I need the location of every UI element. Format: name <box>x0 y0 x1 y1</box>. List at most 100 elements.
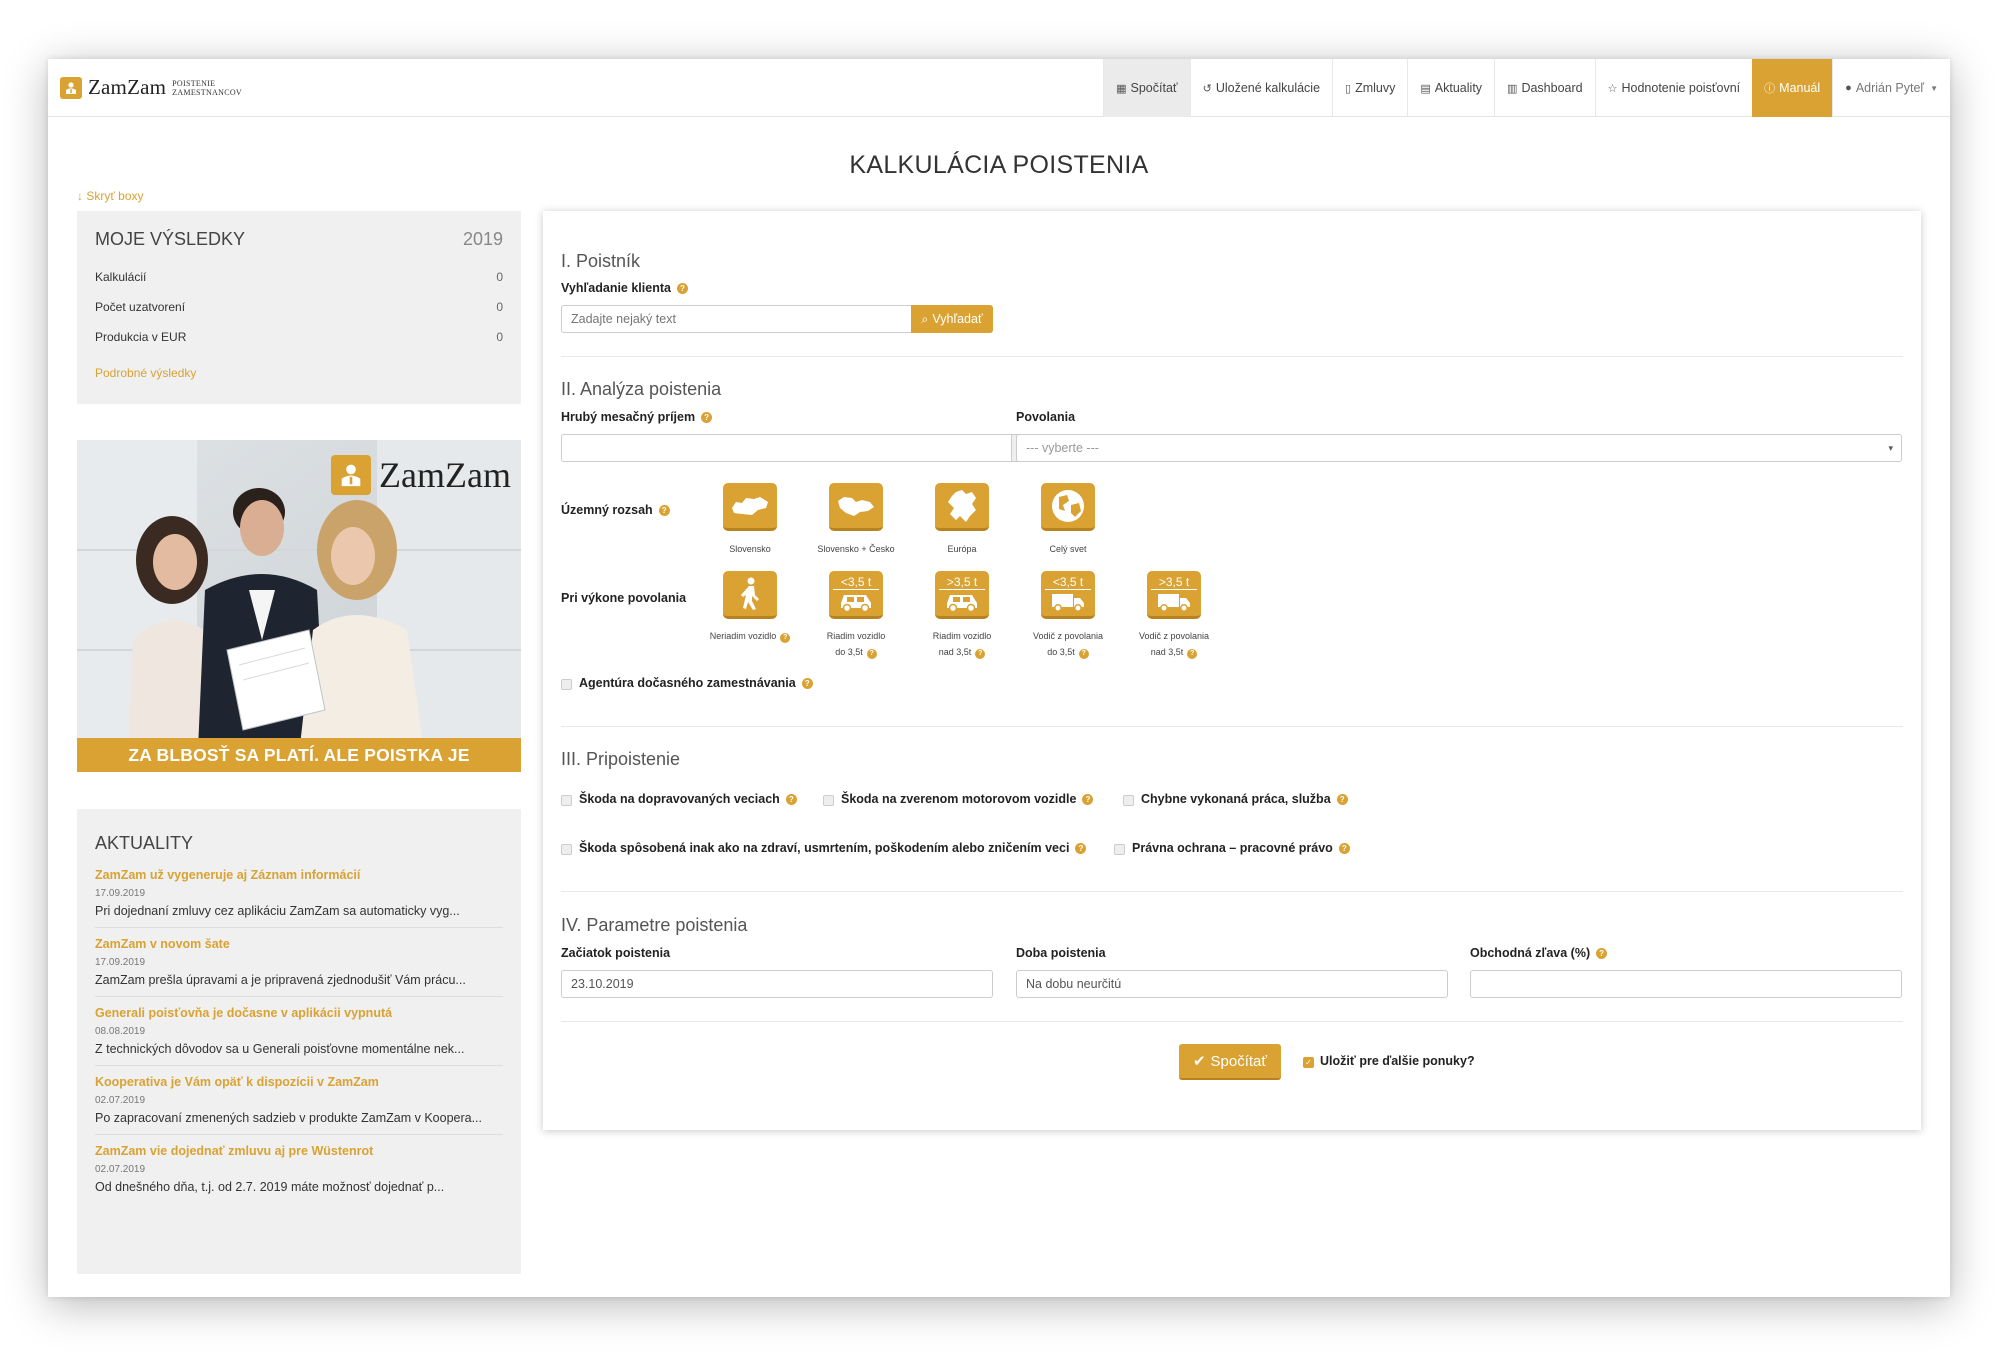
page-title: KALKULÁCIA POISTENIA <box>849 151 1149 179</box>
weight-badge: <3,5 t <box>1045 575 1091 590</box>
territory-option-sk-cz[interactable] <box>829 483 883 531</box>
nav-contracts[interactable]: ▯ Zmluvy <box>1332 59 1407 117</box>
nav-saved-label: Uložené kalkulácie <box>1215 81 1321 95</box>
job-caption-line2: nad 3,5t <box>938 647 972 657</box>
help-icon[interactable]: ? <box>1075 843 1087 854</box>
help-icon[interactable]: ? <box>975 649 986 659</box>
results-row-label: Počet uzatvorení <box>95 300 186 314</box>
help-icon[interactable]: ? <box>785 794 797 805</box>
rider-label-text: Chybne vykonaná práca, služba <box>1141 792 1331 806</box>
job-caption: Riadim vozidlo nad 3,5t? <box>912 628 1012 660</box>
news-item-date: 02.07.2019 <box>95 1164 146 1175</box>
star-icon: ☆ <box>1607 82 1618 95</box>
globe-icon <box>1052 489 1084 522</box>
duration-label: Doba poistenia <box>1016 946 1106 960</box>
results-year: 2019 <box>462 229 503 249</box>
help-icon[interactable]: ? <box>1082 794 1094 805</box>
news-item-excerpt: ZamZam prešla úpravami a je pripravená z… <box>95 973 466 987</box>
news-item-title[interactable]: ZamZam v novom šate <box>95 937 503 951</box>
brand-logo[interactable]: ZamZam POISTENIE ZAMESTNANCOV <box>60 75 242 100</box>
save-offer-checkbox[interactable]: ✓ <box>1303 1057 1314 1068</box>
news-item-excerpt: Od dnešného dňa, t.j. od 2.7. 2019 máte … <box>95 1180 445 1194</box>
news-item-title[interactable]: ZamZam už vygeneruje aj Záznam informáci… <box>95 868 503 882</box>
income-input[interactable] <box>561 434 1013 462</box>
calculator-icon: ▦ <box>1116 82 1127 95</box>
results-row-value: 0 <box>496 300 503 314</box>
news-item-excerpt: Z technických dôvodov sa u Generali pois… <box>95 1042 465 1056</box>
help-icon[interactable]: ? <box>1596 948 1608 959</box>
job-caption-line1: Vodič z povolania <box>1138 631 1210 641</box>
help-icon[interactable]: ? <box>780 633 791 643</box>
nav-saved[interactable]: ↺ Uložené kalkulácie <box>1189 59 1332 117</box>
start-date-input[interactable] <box>561 970 993 998</box>
help-icon[interactable]: ? <box>801 678 813 689</box>
client-search-button-label: Vyhľadať <box>932 312 983 326</box>
territory-caption: Slovensko <box>729 544 771 554</box>
job-caption-line1: Vodič z povolania <box>1032 631 1104 641</box>
promo-banner[interactable]: ZamZam ZA BLBOSŤ SA PLATÍ. ALE POISTKA J… <box>77 440 521 772</box>
job-option-driver-under[interactable]: <3,5 t <box>829 571 883 619</box>
brand-subtitle: POISTENIE ZAMESTNANCOV <box>172 79 242 97</box>
rider-checkbox-vehicle[interactable] <box>823 795 834 806</box>
rider-checkbox-legal[interactable] <box>1114 844 1125 855</box>
client-search-label-text: Vyhľadanie klienta <box>561 281 671 295</box>
help-icon[interactable]: ? <box>676 283 688 294</box>
calculate-button[interactable]: ✔ Spočítať <box>1179 1044 1281 1080</box>
job-option-no-vehicle[interactable] <box>723 571 777 619</box>
nav-news-label: Aktuality <box>1434 81 1483 95</box>
help-icon[interactable]: ? <box>658 505 670 516</box>
territory-option-europe[interactable] <box>935 483 989 531</box>
occupation-select[interactable]: --- vyberte --- ▾ <box>1016 434 1902 462</box>
news-item-title[interactable]: ZamZam vie dojednať zmluvu aj pre Wüsten… <box>95 1144 503 1158</box>
help-icon[interactable]: ? <box>1187 649 1198 659</box>
job-option-pro-driver-under[interactable]: <3,5 t <box>1041 571 1095 619</box>
help-icon[interactable]: ? <box>866 649 877 659</box>
agency-checkbox[interactable] <box>561 679 572 690</box>
duration-input[interactable] <box>1016 970 1448 998</box>
check-icon: ✔ <box>1192 1053 1206 1070</box>
help-icon[interactable]: ? <box>1338 843 1350 854</box>
client-search-button[interactable]: ⌕ Vyhľadať <box>911 305 993 333</box>
help-icon[interactable]: ? <box>1078 649 1089 659</box>
nav-manual-label: Manuál <box>1779 81 1821 95</box>
territory-caption: Slovensko + Česko <box>817 544 895 554</box>
nav-dashboard[interactable]: ▥ Dashboard <box>1494 59 1595 117</box>
hide-boxes-link[interactable]: ↓ Skryť boxy <box>77 189 144 203</box>
job-option-driver-over[interactable]: >3,5 t <box>935 571 989 619</box>
help-icon[interactable]: ? <box>701 412 713 423</box>
news-item-title[interactable]: Kooperativa je Vám opäť k dispozícii v Z… <box>95 1075 503 1089</box>
rider-label-text: Škoda na zverenom motorovom vozidle <box>841 792 1077 806</box>
my-results-box: MOJE VÝSLEDKY 2019 Kalkulácií 0 Počet uza… <box>77 211 521 404</box>
nav-user-menu[interactable]: ● Adrián Pyteľ ▼ <box>1832 59 1950 117</box>
brand-name: ZamZam <box>88 75 167 99</box>
brand-icon <box>331 455 372 495</box>
job-option-pro-driver-over[interactable]: >3,5 t <box>1147 571 1201 619</box>
news-item: ZamZam už vygeneruje aj Záznam informáci… <box>95 868 503 928</box>
client-search-input[interactable] <box>561 305 913 333</box>
nav-calc-label: Spočítať <box>1130 81 1178 95</box>
occupation-select-value: --- vyberte --- <box>1026 441 1099 455</box>
territory-option-slovakia[interactable] <box>723 483 777 531</box>
territory-option-world[interactable] <box>1041 483 1095 531</box>
nav-menu: ▦ Spočítať ↺ Uložené kalkulácie ▯ Zmluvy ▤ A… <box>1103 59 1950 117</box>
nav-calc[interactable]: ▦ Spočítať <box>1103 59 1190 117</box>
discount-input[interactable] <box>1470 970 1902 998</box>
nav-manual[interactable]: ⓘ Manuál <box>1752 59 1833 117</box>
help-icon[interactable]: ? <box>1336 794 1348 805</box>
europe-map-icon <box>948 489 976 522</box>
rider-checkbox-faulty-work[interactable] <box>1123 795 1134 806</box>
history-icon: ↺ <box>1202 82 1212 95</box>
section-divider <box>561 1021 1903 1022</box>
nav-rating[interactable]: ☆ Hodnotenie poisťovní <box>1594 59 1753 117</box>
rider-checkbox-other-damage[interactable] <box>561 844 572 855</box>
job-caption-line2: do 3,5t <box>1047 647 1075 657</box>
results-title: MOJE VÝSLEDKY <box>95 229 246 249</box>
rider-checkbox-cargo[interactable] <box>561 795 572 806</box>
section-riders-title: III. Pripoistenie <box>561 749 681 769</box>
section-params-title: IV. Parametre poistenia <box>561 915 748 935</box>
nav-news[interactable]: ▤ Aktuality <box>1407 59 1494 117</box>
news-item-title[interactable]: Generali poisťovňa je dočasne v aplikáci… <box>95 1006 503 1020</box>
walking-person-icon <box>741 577 759 610</box>
banner-logo: ZamZam <box>331 454 511 496</box>
detailed-results-link[interactable]: Podrobné výsledky <box>95 366 503 380</box>
